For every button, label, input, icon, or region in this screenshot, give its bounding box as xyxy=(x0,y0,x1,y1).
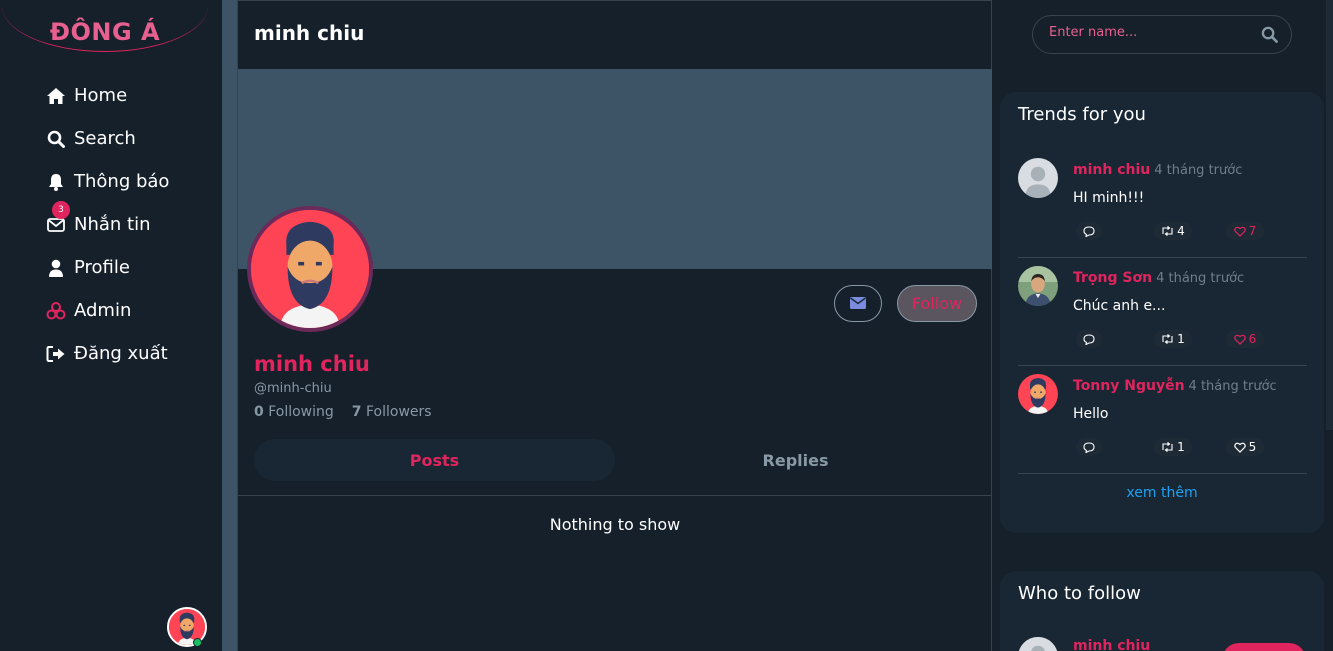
message-button[interactable] xyxy=(834,285,882,322)
heart-icon xyxy=(1233,442,1246,453)
nav-item-label: Nhắn tin xyxy=(74,214,151,235)
trends-card: Trends for you minh chiu 4 tháng trước HI… xyxy=(1000,92,1324,533)
comment-icon xyxy=(1083,333,1095,345)
profile-stats: 0 Following 7 Followers xyxy=(254,404,432,420)
nav-item-label: Profile xyxy=(74,257,130,278)
like-button[interactable]: 6 xyxy=(1226,330,1264,348)
divider xyxy=(238,495,992,496)
trend-time: 4 tháng trước xyxy=(1156,271,1245,286)
user-icon xyxy=(46,258,66,278)
logout-icon xyxy=(46,344,66,364)
follow-button[interactable]: Follow xyxy=(897,285,977,322)
nav-item-label: Thông báo xyxy=(74,171,170,192)
following-stat[interactable]: 0 Following xyxy=(254,404,334,420)
nav-item-label: Search xyxy=(74,128,136,149)
scrollbar[interactable] xyxy=(1326,0,1333,430)
profile-main: minh chiu Follow minh chiu @minh-chiu 0 … xyxy=(237,0,992,651)
profile-tabs: Posts Replies xyxy=(254,439,976,481)
who-to-follow-title: Who to follow xyxy=(1018,583,1141,604)
nav-item-logout[interactable]: Đăng xuất xyxy=(46,332,169,375)
trend-item[interactable]: minh chiu 4 tháng trước HI minh!!! 4 7 xyxy=(1018,150,1307,258)
trend-item[interactable]: Trọng Sơn 4 tháng trước Chúc anh e... 1 6 xyxy=(1018,258,1307,366)
biohazard-icon xyxy=(46,301,66,321)
nav-item-messages[interactable]: 3 Nhắn tin xyxy=(46,201,169,246)
sidebar-gutter xyxy=(222,0,237,651)
profile-name: minh chiu xyxy=(254,352,370,376)
retweet-button[interactable]: 1 xyxy=(1154,438,1192,456)
trend-item[interactable]: Tonny Nguyễn 4 tháng trước Hello 1 5 xyxy=(1018,366,1307,474)
see-more-link[interactable]: xem thêm xyxy=(1000,485,1324,501)
sidebar: ĐÔNG Á Home Search Thông báo 3 Nhắn tin … xyxy=(0,0,222,651)
envelope-icon xyxy=(850,294,866,313)
profile-handle: @minh-chiu xyxy=(254,381,332,396)
unread-badge: 3 xyxy=(52,201,70,219)
avatar[interactable] xyxy=(1018,266,1058,306)
reply-button[interactable] xyxy=(1076,222,1102,240)
trend-author[interactable]: minh chiu 4 tháng trước xyxy=(1073,162,1242,178)
nav-item-admin[interactable]: Admin xyxy=(46,289,169,332)
retweet-icon xyxy=(1162,226,1173,236)
trend-actions: 1 5 xyxy=(1076,438,1296,456)
nav-item-search[interactable]: Search xyxy=(46,117,169,160)
trend-text: HI minh!!! xyxy=(1073,190,1145,206)
suggested-user-name[interactable]: minh chiu xyxy=(1073,638,1150,651)
logo-area: ĐÔNG Á xyxy=(0,0,210,52)
comment-icon xyxy=(1083,441,1095,453)
nav-item-label: Home xyxy=(74,85,128,106)
home-icon xyxy=(46,86,66,106)
search-icon[interactable] xyxy=(1261,26,1278,47)
bell-icon xyxy=(46,172,66,192)
nav-item-label: Đăng xuất xyxy=(74,343,168,364)
page-title: minh chiu xyxy=(254,21,365,45)
trend-text: Hello xyxy=(1073,406,1109,422)
comment-icon xyxy=(1083,225,1095,237)
reply-button[interactable] xyxy=(1076,330,1102,348)
nav-item-home[interactable]: Home xyxy=(46,74,169,117)
tab-replies[interactable]: Replies xyxy=(615,439,976,481)
trends-title: Trends for you xyxy=(1018,104,1146,125)
nav-item-notifications[interactable]: Thông báo xyxy=(46,160,169,203)
trend-author[interactable]: Tonny Nguyễn 4 tháng trước xyxy=(1073,378,1277,394)
retweet-button[interactable]: 4 xyxy=(1154,222,1192,240)
trend-time: 4 tháng trước xyxy=(1188,379,1277,394)
trend-actions: 4 7 xyxy=(1076,222,1296,240)
search-icon xyxy=(46,129,66,149)
who-to-follow-card: Who to follow minh chiu xyxy=(1000,571,1324,651)
search-box xyxy=(1032,15,1292,54)
retweet-icon xyxy=(1162,442,1173,452)
nav-item-label: Admin xyxy=(74,300,132,321)
profile-avatar xyxy=(247,206,373,332)
avatar[interactable] xyxy=(1018,158,1058,198)
heart-icon xyxy=(1233,334,1246,345)
trend-text: Chúc anh e... xyxy=(1073,298,1166,314)
empty-state-message: Nothing to show xyxy=(549,515,681,534)
trend-author[interactable]: Trọng Sơn 4 tháng trước xyxy=(1073,270,1244,286)
like-button[interactable]: 5 xyxy=(1226,438,1264,456)
avatar[interactable] xyxy=(1018,374,1058,414)
followers-stat[interactable]: 7 Followers xyxy=(352,404,432,420)
retweet-button[interactable]: 1 xyxy=(1154,330,1192,348)
retweet-icon xyxy=(1162,334,1173,344)
trend-actions: 1 6 xyxy=(1076,330,1296,348)
reply-button[interactable] xyxy=(1076,438,1102,456)
logo[interactable]: ĐÔNG Á xyxy=(0,18,210,46)
trend-time: 4 tháng trước xyxy=(1154,163,1243,178)
follow-suggestion-button[interactable] xyxy=(1222,643,1306,651)
main-nav: Home Search Thông báo 3 Nhắn tin Profile… xyxy=(46,74,169,375)
like-button[interactable]: 7 xyxy=(1226,222,1264,240)
avatar[interactable] xyxy=(1018,637,1058,651)
nav-item-profile[interactable]: Profile xyxy=(46,246,169,289)
tab-posts[interactable]: Posts xyxy=(254,439,615,481)
search-input[interactable] xyxy=(1049,25,1249,40)
online-indicator xyxy=(193,638,202,647)
heart-icon xyxy=(1233,226,1246,237)
